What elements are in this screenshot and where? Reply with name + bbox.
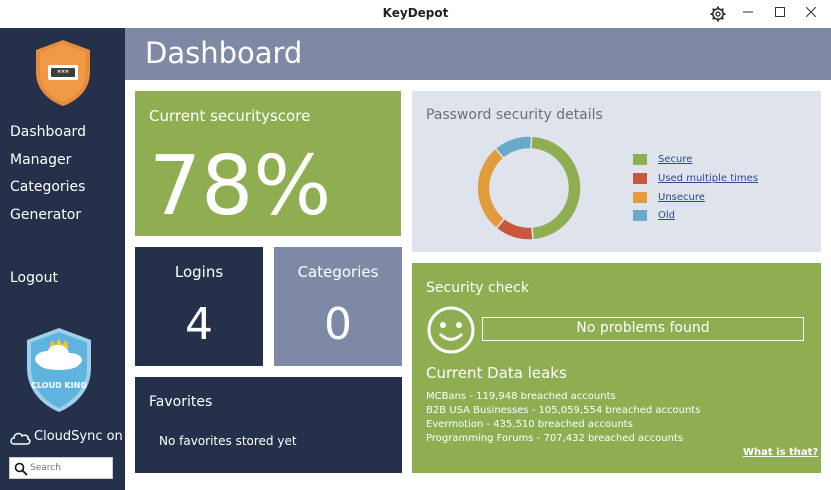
favorites-tile: Favorites No favorites stored yet: [135, 377, 402, 473]
data-leak-item: Evermotion - 435,510 breached accounts: [426, 419, 633, 430]
cloud-king-badge-text: CLOUD KING: [31, 381, 87, 390]
categories-count: 0: [324, 299, 352, 350]
legend-old[interactable]: Old: [658, 210, 675, 221]
donut-segment-old: [494, 135, 533, 160]
logout-button[interactable]: Logout: [10, 270, 58, 286]
close-icon[interactable]: [799, 4, 823, 24]
legend-swatch-unsecure: [633, 192, 647, 203]
search-icon: [14, 461, 28, 480]
legend-used-multiple[interactable]: Used multiple times: [658, 173, 758, 184]
cloudsync-status[interactable]: CloudSync on: [34, 429, 123, 444]
what-is-that-link[interactable]: What is that?: [743, 447, 818, 458]
page-header: Dashboard: [125, 28, 831, 80]
security-score-tile: Current securityscore 78%: [135, 91, 401, 236]
sidebar-item-dashboard[interactable]: Dashboard: [10, 124, 86, 140]
cloud-king-badge: CLOUD KING: [24, 326, 94, 414]
categories-label: Categories: [297, 263, 379, 281]
sidebar-item-manager[interactable]: Manager: [10, 152, 71, 168]
data-leaks-title: Current Data leaks: [426, 364, 567, 382]
logins-count: 4: [185, 299, 213, 350]
sidebar-item-generator[interactable]: Generator: [10, 207, 81, 223]
logins-tile[interactable]: Logins 4: [135, 247, 263, 366]
legend-swatch-old: [633, 210, 647, 221]
favorites-empty-text: No favorites stored yet: [159, 434, 297, 448]
data-leak-item: B2B USA Businesses - 105,059,554 breache…: [426, 405, 701, 416]
security-score-label: Current securityscore: [149, 107, 311, 125]
logins-label: Logins: [174, 263, 224, 281]
minimize-icon[interactable]: [736, 4, 760, 24]
favorites-label: Favorites: [149, 394, 213, 410]
data-leak-item: Programming Forums - 707,432 breached ac…: [426, 433, 684, 444]
cloud-sync-icon: [9, 430, 31, 449]
svg-text:***: ***: [57, 69, 69, 78]
sidebar-item-categories[interactable]: Categories: [10, 179, 85, 195]
smiley-icon: [426, 305, 476, 359]
legend-swatch-secure: [633, 154, 647, 165]
title-bar: KeyDepot: [0, 0, 831, 28]
legend-unsecure[interactable]: Unsecure: [658, 192, 705, 203]
search-box[interactable]: [9, 457, 113, 479]
legend-secure[interactable]: Secure: [658, 154, 692, 165]
security-score-value: 78%: [149, 139, 332, 234]
data-leak-item: MCBans - 119,948 breached accounts: [426, 391, 616, 402]
security-donut-chart: [476, 135, 582, 241]
donut-segment-unsecure: [476, 147, 506, 230]
search-input[interactable]: [30, 460, 110, 476]
maximize-icon[interactable]: [768, 4, 792, 24]
categories-tile[interactable]: Categories 0: [274, 247, 402, 366]
app-logo-shield-icon: ***: [33, 38, 93, 108]
legend-swatch-used-multiple: [633, 173, 647, 184]
page-title: Dashboard: [145, 36, 303, 70]
password-details-title: Password security details: [426, 107, 603, 123]
donut-segment-secure: [530, 135, 582, 241]
settings-gear-icon[interactable]: [706, 4, 730, 24]
security-check-title: Security check: [426, 280, 529, 296]
security-status-box: No problems found: [482, 317, 804, 341]
